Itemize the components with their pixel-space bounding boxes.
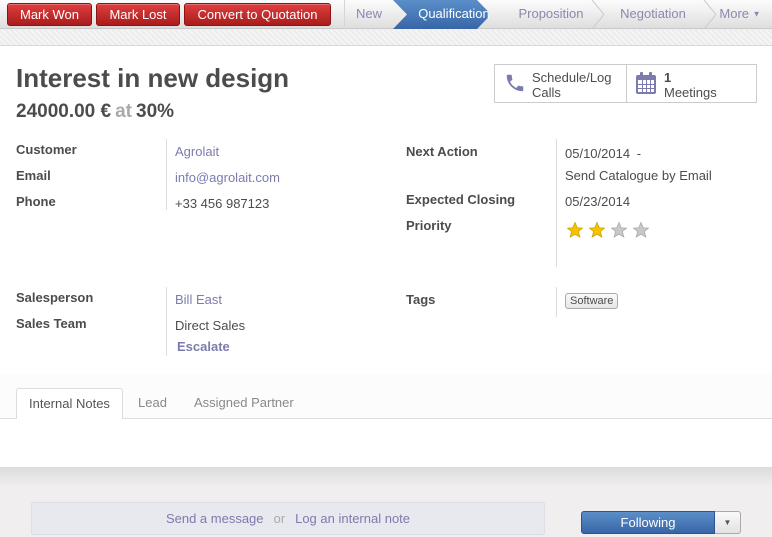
sales-team-field[interactable]: Direct Sales — [175, 318, 245, 333]
meetings-count: 1 — [664, 70, 672, 85]
field-divider — [166, 139, 167, 210]
stage-proposition-label: Proposition — [518, 6, 584, 21]
chatter-composer-bar: Send a message or Log an internal note — [31, 502, 545, 535]
stage-statusbar: New Qualification Proposition Negotiatio… — [344, 0, 772, 29]
escalate-button[interactable]: Escalate — [177, 339, 230, 354]
stage-negotiation[interactable]: Negotiation — [603, 0, 703, 29]
salesperson-field[interactable]: Bill East — [175, 292, 222, 307]
tag-badge[interactable]: Software — [565, 293, 619, 309]
priority-label: Priority — [406, 218, 452, 233]
form-header: Mark Won Mark Lost Convert to Quotation … — [0, 0, 772, 29]
tags-label: Tags — [406, 292, 436, 307]
stage-more-dropdown[interactable]: More ▼ — [715, 0, 765, 29]
followers-dropdown-toggle[interactable]: ▼ — [715, 511, 741, 534]
sheet-background — [0, 30, 772, 46]
star-filled-icon[interactable] — [566, 221, 584, 239]
schedule-log-calls-label: Schedule/Log Calls — [532, 70, 612, 100]
send-message-link[interactable]: Send a message — [166, 511, 264, 526]
following-button[interactable]: Following — [581, 511, 715, 534]
form-sheet: Interest in new design 24000.00 € at 30% S… — [0, 45, 772, 469]
star-empty-icon[interactable] — [632, 221, 650, 239]
sales-team-label: Sales Team — [16, 316, 87, 331]
log-internal-note-link[interactable]: Log an internal note — [295, 511, 410, 526]
follow-button-group: Following ▼ — [581, 511, 741, 534]
stage-qualification[interactable]: Qualification — [407, 0, 501, 29]
tab-lead[interactable]: Lead — [126, 388, 179, 419]
smart-buttons: Schedule/Log Calls 1 Meetings — [494, 64, 757, 103]
or-label: or — [273, 511, 286, 526]
tab-internal-notes[interactable]: Internal Notes — [16, 388, 123, 420]
calendar-icon — [636, 72, 656, 94]
tab-assigned-partner[interactable]: Assigned Partner — [182, 388, 306, 419]
convert-to-quotation-button[interactable]: Convert to Quotation — [184, 3, 331, 26]
sheet-bottom-shadow — [0, 467, 772, 487]
stage-proposition[interactable]: Proposition — [509, 0, 593, 29]
priority-stars — [566, 221, 650, 239]
stage-new[interactable]: New — [345, 0, 393, 29]
customer-field[interactable]: Agrolait — [175, 144, 219, 159]
next-action-date: 05/10/2014 — [565, 146, 631, 161]
meetings-button[interactable]: 1 Meetings — [626, 65, 756, 102]
percent-sign: % — [157, 101, 175, 122]
field-divider — [166, 287, 167, 356]
at-label: at — [115, 101, 132, 122]
notebook: Internal Notes Lead Assigned Partner — [0, 374, 772, 469]
email-label: Email — [16, 168, 51, 183]
schedule-log-calls-button[interactable]: Schedule/Log Calls — [495, 65, 626, 102]
next-action-date-field[interactable]: 05/10/2014 - — [565, 146, 641, 161]
stage-new-label: New — [355, 6, 382, 21]
opportunity-title[interactable]: Interest in new design — [16, 63, 289, 94]
mark-won-button[interactable]: Mark Won — [7, 3, 92, 26]
revenue-value[interactable]: 24000.00 € — [16, 101, 111, 122]
expected-revenue: 24000.00 € at 30% — [16, 101, 174, 123]
salesperson-label: Salesperson — [16, 290, 94, 305]
caret-down-icon: ▼ — [752, 9, 761, 19]
email-field[interactable]: info@agrolait.com — [175, 170, 280, 185]
star-empty-icon[interactable] — [610, 221, 628, 239]
expected-closing-label: Expected Closing — [406, 192, 516, 207]
field-divider — [556, 139, 557, 267]
next-action-dash: - — [636, 146, 642, 161]
stage-qualification-label: Qualification — [418, 6, 490, 21]
mark-lost-button[interactable]: Mark Lost — [96, 3, 180, 26]
meetings-label: 1 Meetings — [664, 70, 717, 100]
customer-label: Customer — [16, 142, 77, 157]
field-divider — [556, 287, 557, 317]
stage-more-label: More — [719, 6, 750, 21]
caret-down-icon: ▼ — [723, 518, 732, 527]
next-action-label: Next Action — [406, 144, 478, 159]
star-filled-icon[interactable] — [588, 221, 606, 239]
internal-notes-panel[interactable] — [0, 419, 772, 469]
phone-label: Phone — [16, 194, 56, 209]
meetings-text: Meetings — [664, 85, 717, 100]
phone-field[interactable]: +33 456 987123 — [175, 196, 269, 211]
phone-icon — [506, 74, 524, 92]
next-action-text-field[interactable]: Send Catalogue by Email — [565, 168, 712, 183]
stage-negotiation-label: Negotiation — [620, 6, 686, 21]
expected-closing-field[interactable]: 05/23/2014 — [565, 194, 630, 209]
probability-value[interactable]: 30 — [136, 101, 157, 122]
